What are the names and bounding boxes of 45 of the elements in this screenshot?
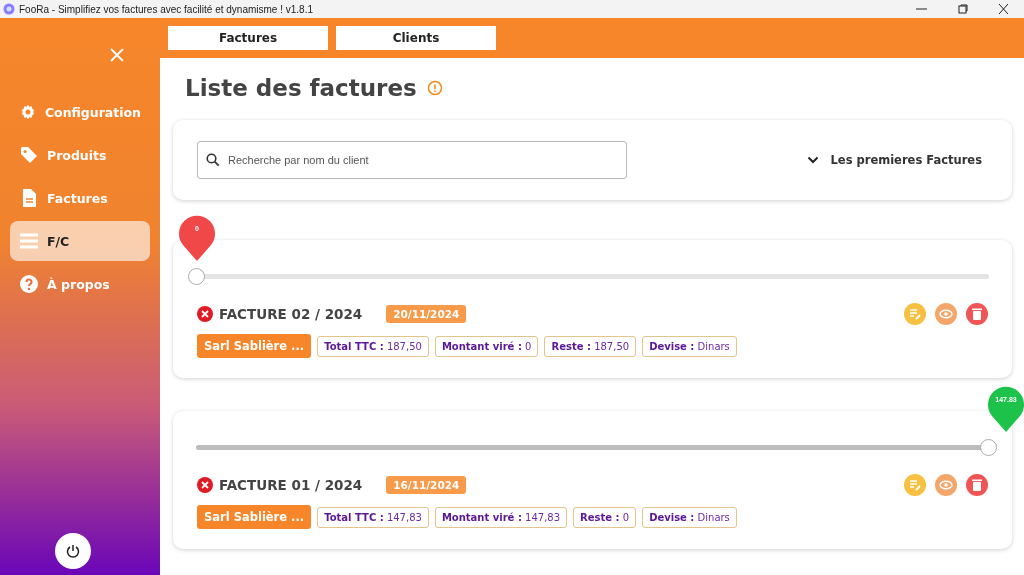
info-chip: Montant viré : 147,83 <box>434 506 568 528</box>
sidebar-item[interactable]: Configuration <box>10 92 150 132</box>
tag-icon <box>19 145 39 165</box>
error-icon <box>197 306 213 322</box>
search-icon <box>206 153 220 167</box>
trash-button[interactable] <box>966 303 988 325</box>
info-chip: Reste : 0 <box>573 506 637 528</box>
invoice-title: FACTURE 01 / 2024 <box>219 477 363 493</box>
power-icon <box>65 543 81 559</box>
power-button[interactable] <box>55 533 91 569</box>
sidebar-item[interactable]: À propos <box>10 264 150 304</box>
restore-icon[interactable] <box>956 4 969 14</box>
info-chip: Devise : Dinars <box>642 335 737 357</box>
info-chip: Devise : Dinars <box>642 506 737 528</box>
search-field[interactable]: Recherche par nom du client <box>197 141 627 179</box>
info-chip: Reste : 187,50 <box>544 335 637 357</box>
tab[interactable]: Factures <box>168 26 328 50</box>
trash-button[interactable] <box>966 474 988 496</box>
date-badge: 16/11/2024 <box>386 476 467 494</box>
eye-button[interactable] <box>935 303 957 325</box>
gear-icon <box>19 102 37 122</box>
client-button[interactable]: Sarl Sablière ... <box>197 505 312 529</box>
client-button[interactable]: Sarl Sablière ... <box>197 334 312 358</box>
info-chip: Montant viré : 0 <box>434 335 539 357</box>
edit-button[interactable] <box>904 303 926 325</box>
info-icon[interactable] <box>426 80 443 96</box>
tab[interactable]: Clients <box>336 26 496 50</box>
error-icon <box>197 477 213 493</box>
list-icon <box>19 231 39 251</box>
page-heading: Liste des factures <box>185 75 417 101</box>
close-icon[interactable] <box>997 4 1010 14</box>
window-title: FooRa - Simplifiez vos factures avec facilité et dynamisme ! v1.8.1 <box>19 3 314 15</box>
date-badge: 20/11/2024 <box>386 305 467 323</box>
eye-button[interactable] <box>935 474 957 496</box>
sort-dropdown[interactable]: Les premieres Factures <box>800 152 988 168</box>
sidebar-item[interactable]: Factures <box>10 178 150 218</box>
chevron-down-icon <box>806 156 819 164</box>
edit-button[interactable] <box>904 474 926 496</box>
sidebar-item[interactable]: Produits <box>10 135 150 175</box>
info-chip: Total TTC : 187,50 <box>317 335 429 357</box>
invoice-title: FACTURE 02 / 2024 <box>219 306 363 322</box>
help-icon <box>19 274 39 294</box>
app-logo-icon <box>3 3 15 15</box>
sidebar-item[interactable]: F/C <box>10 221 150 261</box>
info-chip: Total TTC : 147,83 <box>317 506 429 528</box>
